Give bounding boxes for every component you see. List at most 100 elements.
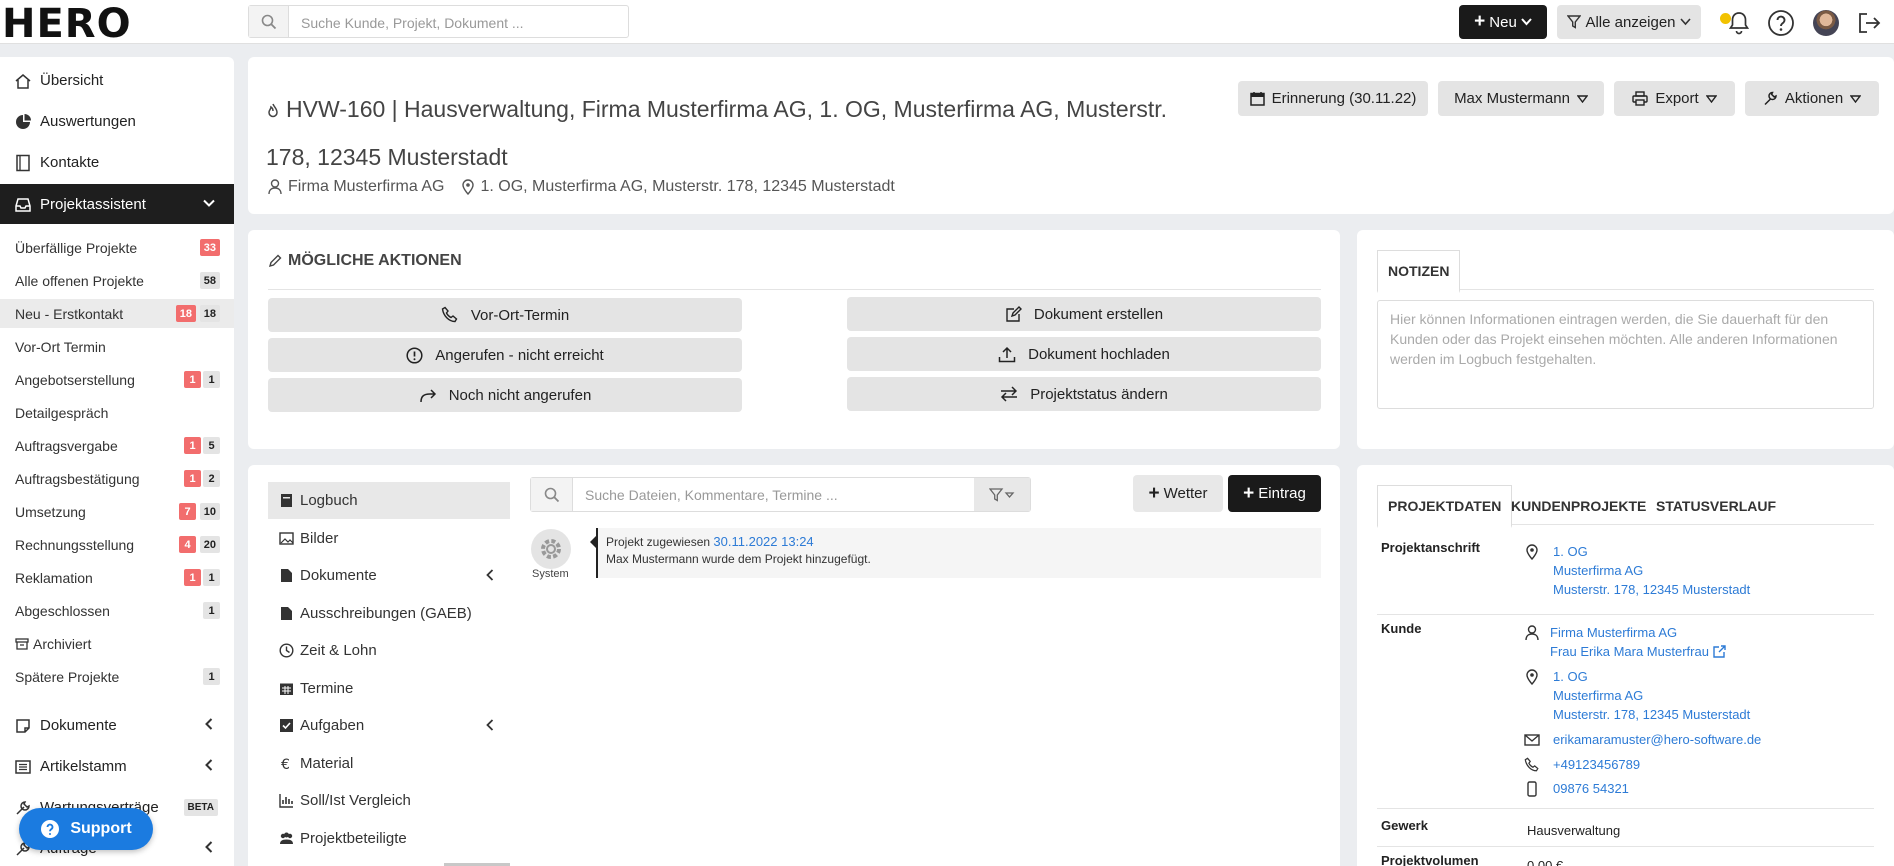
projektassistent-subitem[interactable]: Rechnungsstellung 20 4 (0, 530, 234, 559)
action-vor-ort-termin[interactable]: Vor-Ort-Termin (268, 298, 742, 332)
action-label: Dokument hochladen (1028, 345, 1170, 363)
projektassistent-subitem[interactable]: Archiviert (0, 629, 234, 658)
logbook-nav-label: Bilder (300, 529, 339, 547)
external-link-icon[interactable] (1712, 645, 1726, 658)
weather-button[interactable]: + Wetter (1133, 475, 1223, 512)
subitem-label: Überfällige Projekte (15, 240, 138, 256)
tab-statusverlauf[interactable]: STATUSVERLAUF (1656, 498, 1776, 514)
logbook-search[interactable]: Suche Dateien, Kommentare, Termine ... (530, 477, 1031, 512)
projektanschrift-link[interactable]: 1. OG Musterfirma AG Musterstr. 178, 123… (1553, 542, 1750, 599)
sidebar-item-uebersicht[interactable]: Übersicht (0, 60, 234, 100)
sidebar-item-projektassistent[interactable]: Projektassistent (0, 184, 234, 224)
new-button[interactable]: + Neu (1459, 5, 1547, 39)
support-button[interactable]: Support (19, 808, 153, 850)
projektassistent-subitem[interactable]: Überfällige Projekte 33 (0, 233, 234, 262)
tab-kundenprojekte[interactable]: KUNDENPROJEKTE (1511, 498, 1646, 514)
projektassistent-subitem[interactable]: Reklamation 1 1 (0, 563, 234, 592)
logbook-nav-item[interactable]: Aufgaben (268, 707, 510, 744)
action-noch-nicht-angerufen[interactable]: Noch nicht angerufen (268, 378, 742, 412)
logbook-nav-item[interactable]: € Material (268, 745, 510, 782)
tab-projektdaten[interactable]: PROJEKTDATEN (1377, 485, 1513, 528)
projektassistent-subitem[interactable]: Spätere Projekte 1 (0, 662, 234, 691)
action-dokument-erstellen[interactable]: Dokument erstellen (847, 297, 1321, 331)
assignee-dropdown[interactable]: Max Mustermann (1438, 81, 1604, 116)
printer-icon (1632, 91, 1649, 106)
projektassistent-subitem[interactable]: Auftragsbestätigung 2 1 (0, 464, 234, 493)
entry-author: System (532, 568, 569, 580)
hero-logo[interactable]: HERO (2, 4, 162, 44)
svg-text:€: € (281, 757, 290, 771)
sidebar-item-auswertungen[interactable]: Auswertungen (0, 101, 234, 141)
logbook-nav-item[interactable]: ChecklistenBETA (268, 857, 510, 866)
sidebar-item-dokumente[interactable]: Dokumente (0, 705, 234, 745)
projektassistent-subitem[interactable]: Neu - Erstkontakt 18 18 (0, 299, 234, 328)
logbook-nav-item[interactable]: Ausschreibungen (GAEB) (268, 595, 510, 632)
logo-text: HERO (2, 1, 132, 47)
caret-down-icon (1705, 94, 1717, 103)
logbook-nav-item[interactable]: Dokumente (268, 557, 510, 594)
chevron-left-icon (486, 569, 494, 581)
action-label: Dokument erstellen (1033, 305, 1164, 323)
bell-icon[interactable] (1725, 9, 1753, 37)
kunde-email-link[interactable]: erikamaramuster@hero-software.de (1553, 730, 1761, 749)
kunde-firma-link[interactable]: Firma Musterfirma AG (1550, 625, 1677, 640)
sidebar-item-label: Auswertungen (40, 113, 136, 130)
actions-dropdown[interactable]: Aktionen (1745, 81, 1879, 116)
kunde-phone-link[interactable]: +49123456789 (1553, 755, 1640, 774)
phone-icon (1524, 757, 1539, 772)
user-avatar[interactable] (1813, 10, 1839, 36)
projektassistent-subitem[interactable]: Angebotserstellung 1 1 (0, 365, 234, 394)
projektassistent-subitem[interactable]: Abgeschlossen 1 (0, 596, 234, 625)
clock-icon (279, 643, 294, 658)
projektassistent-subitem[interactable]: Vor-Ort Termin (0, 332, 234, 361)
chevron-left-icon (205, 718, 213, 730)
logbook-nav-item[interactable]: Bilder (268, 520, 510, 557)
logbook-nav-item[interactable]: Projektbeteiligte (268, 820, 510, 857)
logbook-filter-button[interactable] (974, 478, 1030, 511)
phone-icon (441, 306, 458, 323)
action-projektstatus-aendern[interactable]: Projektstatus ändern (847, 377, 1321, 411)
address-line: 1. OG (1553, 544, 1588, 559)
count-badge: 18 (199, 305, 220, 322)
tab-notizen[interactable]: NOTIZEN (1377, 250, 1461, 293)
export-dropdown[interactable]: Export (1614, 81, 1735, 116)
kunde-mobile-link[interactable]: 09876 54321 (1553, 779, 1629, 798)
project-customer: Firma Musterfirma AG (288, 178, 445, 195)
user-icon (268, 179, 282, 195)
entry-date-link[interactable]: 30.11.2022 13:24 (713, 534, 813, 549)
users-icon (280, 832, 293, 844)
projektassistent-subitem[interactable]: Umsetzung 10 7 (0, 497, 234, 526)
kunde-adresse-link[interactable]: 1. OG Musterfirma AG Musterstr. 178, 123… (1553, 667, 1750, 724)
divider (1377, 808, 1874, 809)
projektassistent-subitem[interactable]: Alle offenen Projekte 58 (0, 266, 234, 295)
address-book-icon (16, 154, 30, 172)
entry-detail: Max Mustermann wurde dem Projekt hinzuge… (606, 552, 871, 566)
file-icon (281, 569, 292, 582)
sidebar-item-artikelstamm[interactable]: Artikelstamm (0, 746, 234, 786)
map-pin-icon (462, 179, 475, 195)
reminder-button[interactable]: Erinnerung (30.11.22) (1238, 81, 1428, 116)
projektassistent-subitem[interactable]: Auftragsvergabe 5 1 (0, 431, 234, 460)
divider (268, 289, 1321, 290)
action-angerufen-nicht-erreicht[interactable]: Angerufen - nicht erreicht (268, 338, 742, 372)
file-icon (281, 606, 292, 620)
overdue-badge: 4 (179, 536, 196, 553)
global-search[interactable]: Suche Kunde, Projekt, Dokument ... (248, 5, 629, 38)
subitem-label: Alle offenen Projekte (15, 273, 144, 289)
notes-textarea[interactable]: Hier können Informationen eintragen werd… (1377, 300, 1874, 409)
add-entry-button[interactable]: + Eintrag (1228, 475, 1321, 512)
logbook-nav-item[interactable]: Zeit & Lohn (268, 632, 510, 669)
caret-down-icon (1850, 94, 1862, 103)
logbook-nav-item[interactable]: Logbuch (268, 482, 510, 519)
logbook-nav-label: Projektbeteiligte (300, 829, 407, 847)
show-all-filter-button[interactable]: Alle anzeigen (1557, 5, 1701, 39)
logout-icon[interactable] (1855, 9, 1883, 37)
sidebar-item-kontakte[interactable]: Kontakte (0, 142, 234, 182)
exchange-icon (1001, 386, 1018, 402)
action-dokument-hochladen[interactable]: Dokument hochladen (847, 337, 1321, 371)
kunde-person-link[interactable]: Frau Erika Mara Musterfrau (1550, 644, 1709, 659)
projektassistent-subitem[interactable]: Detailgespräch (0, 398, 234, 427)
logbook-nav-item[interactable]: Soll/Ist Vergleich (268, 782, 510, 819)
help-icon[interactable] (1767, 9, 1795, 37)
logbook-nav-item[interactable]: Termine (268, 670, 510, 707)
